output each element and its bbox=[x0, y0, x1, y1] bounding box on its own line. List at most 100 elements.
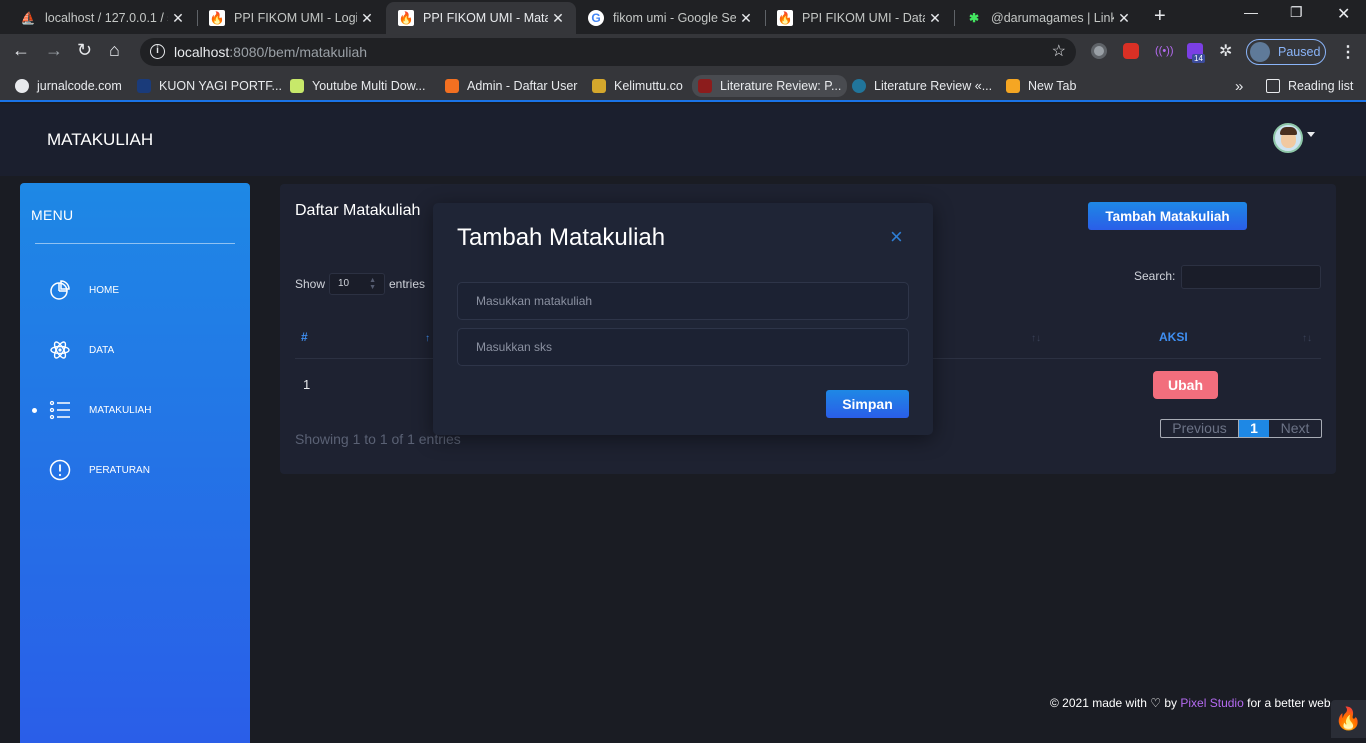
bookmark-label: KUON YAGI PORTF... bbox=[159, 79, 282, 93]
extension-icon[interactable] bbox=[1091, 43, 1107, 59]
bookmark-kuon-yagi[interactable]: KUON YAGI PORTF... bbox=[137, 77, 282, 95]
page-brand: MATAKULIAH bbox=[47, 130, 154, 149]
column-header-number[interactable]: # bbox=[301, 330, 308, 344]
broadcast-extension-icon[interactable]: ((•)) bbox=[1155, 43, 1174, 59]
linktree-icon: ✱ bbox=[968, 11, 980, 25]
new-tab-button[interactable]: + bbox=[1154, 5, 1166, 28]
previous-page-button[interactable]: Previous bbox=[1161, 420, 1239, 437]
puzzle-extensions-icon[interactable]: ✲ bbox=[1219, 41, 1232, 61]
stepper-arrows-icon: ▲ ▼ bbox=[369, 277, 376, 291]
bookmark-new-tab[interactable]: New Tab bbox=[1006, 77, 1076, 95]
page-length-select[interactable]: 10 ▲ ▼ bbox=[329, 273, 385, 295]
card-title: Daftar Matakuliah bbox=[295, 202, 421, 219]
footer-suffix: for a better web. bbox=[1247, 696, 1334, 710]
sidebar-item-data[interactable]: DATA bbox=[20, 330, 250, 370]
active-indicator-dot bbox=[32, 407, 37, 413]
reload-icon[interactable]: ↻ bbox=[77, 40, 92, 61]
sidebar-title: MENU bbox=[31, 207, 74, 223]
reading-list-button[interactable]: Reading list bbox=[1266, 77, 1353, 95]
next-page-button[interactable]: Next bbox=[1269, 420, 1321, 437]
bookmark-label: jurnalcode.com bbox=[37, 79, 122, 93]
close-window-icon[interactable]: ✕ bbox=[1337, 4, 1350, 24]
tab-login[interactable]: 🔥 PPI FIKOM UMI - Login ✕ bbox=[197, 2, 385, 34]
heart-icon: ♡ bbox=[1150, 696, 1162, 710]
page-1-button[interactable]: 1 bbox=[1239, 420, 1269, 437]
tab-data[interactable]: 🔥 PPI FIKOM UMI - Data ✕ bbox=[765, 2, 953, 34]
browser-tab-strip: ⛵ localhost / 127.0.0.1 / s ✕ 🔥 PPI FIKO… bbox=[0, 0, 1366, 34]
tab-linktree[interactable]: ✱ @darumagames | Linkt ✕ bbox=[954, 2, 1142, 34]
close-tab-icon[interactable]: ✕ bbox=[548, 10, 568, 27]
search-label: Search: bbox=[1134, 269, 1176, 283]
app-page: MATAKULIAH MENU HOME DATA MATAKULIAH PER… bbox=[0, 104, 1366, 743]
search-input[interactable] bbox=[1181, 265, 1321, 289]
minimize-icon[interactable]: — bbox=[1244, 4, 1258, 20]
bookmark-literature-review-wp[interactable]: Literature Review «... bbox=[852, 77, 992, 95]
bookmark-literature-review-p[interactable]: Literature Review: P... bbox=[692, 75, 848, 97]
user-avatar[interactable] bbox=[1273, 123, 1303, 153]
address-bar[interactable]: i localhost:8080/bem/matakuliah ☆ bbox=[140, 38, 1076, 66]
sks-input[interactable] bbox=[457, 328, 909, 366]
bookmarks-bar: jurnalcode.com KUON YAGI PORTF... Youtub… bbox=[0, 70, 1366, 102]
codeigniter-icon: 🔥 bbox=[777, 10, 793, 26]
close-tab-icon[interactable]: ✕ bbox=[357, 10, 377, 27]
tab-title: PPI FIKOM UMI - Login bbox=[234, 11, 357, 25]
bookmark-star-icon[interactable]: ☆ bbox=[1052, 41, 1066, 61]
pixel-studio-link[interactable]: Pixel Studio bbox=[1180, 696, 1243, 710]
save-button[interactable]: Simpan bbox=[826, 390, 909, 418]
add-matakuliah-modal: Tambah Matakuliah × Simpan bbox=[433, 203, 933, 435]
sidebar-item-label: HOME bbox=[89, 284, 119, 296]
sort-icon[interactable]: ↑↓ bbox=[1031, 333, 1041, 344]
adblock-extension-icon[interactable] bbox=[1123, 43, 1139, 59]
rsw-icon bbox=[698, 79, 712, 93]
close-tab-icon[interactable]: ✕ bbox=[736, 10, 756, 27]
home-icon[interactable]: ⌂ bbox=[109, 40, 120, 61]
restore-icon[interactable]: ❐ bbox=[1290, 4, 1303, 21]
phpmyadmin-icon bbox=[1006, 79, 1020, 93]
sidebar-item-peraturan[interactable]: PERATURAN bbox=[20, 450, 250, 490]
matakuliah-input[interactable] bbox=[457, 282, 909, 320]
sort-icon[interactable]: ↑↓ bbox=[1302, 333, 1312, 344]
profile-avatar bbox=[1250, 42, 1270, 62]
add-matakuliah-button[interactable]: Tambah Matakuliah bbox=[1088, 202, 1247, 230]
bookmark-label: Literature Review «... bbox=[874, 79, 993, 93]
bookmark-youtube-downloader[interactable]: Youtube Multi Dow... bbox=[290, 77, 426, 95]
close-tab-icon[interactable]: ✕ bbox=[168, 10, 188, 27]
close-tab-icon[interactable]: ✕ bbox=[925, 10, 945, 27]
close-tab-icon[interactable]: ✕ bbox=[1114, 10, 1134, 27]
sidebar-item-home[interactable]: HOME bbox=[20, 270, 250, 310]
pie-chart-icon bbox=[50, 280, 70, 300]
browser-menu-icon[interactable]: ⋮ bbox=[1340, 42, 1356, 62]
codeigniter-icon: 🔥 bbox=[398, 10, 414, 26]
bookmark-label: Youtube Multi Dow... bbox=[312, 79, 426, 93]
atom-icon bbox=[50, 341, 70, 359]
entries-label: entries bbox=[389, 277, 426, 291]
extension-badge: 14 bbox=[1192, 54, 1205, 63]
close-icon[interactable]: × bbox=[890, 226, 903, 248]
bookmark-kelimuttu[interactable]: Kelimuttu.co bbox=[592, 77, 683, 95]
chevron-down-icon[interactable] bbox=[1307, 132, 1315, 137]
more-bookmarks-button[interactable]: » bbox=[1235, 77, 1243, 95]
sort-asc-icon[interactable]: ↑ bbox=[425, 333, 430, 344]
google-icon: G bbox=[588, 10, 604, 26]
back-arrow-icon[interactable]: ← bbox=[12, 40, 30, 61]
forward-arrow-icon[interactable]: → bbox=[45, 40, 63, 61]
tab-title: @darumagames | Linkt bbox=[991, 11, 1114, 25]
list-icon bbox=[49, 400, 70, 420]
column-header-action[interactable]: AKSI bbox=[1159, 330, 1188, 344]
edit-button[interactable]: Ubah bbox=[1153, 371, 1218, 399]
tab-phpmyadmin[interactable]: ⛵ localhost / 127.0.0.1 / s ✕ bbox=[8, 2, 196, 34]
site-info-icon[interactable]: i bbox=[150, 44, 165, 59]
url-host: localhost bbox=[174, 44, 230, 60]
profile-paused-button[interactable]: Paused bbox=[1246, 39, 1326, 65]
sidebar-item-matakuliah[interactable]: MATAKULIAH bbox=[20, 390, 250, 430]
top-navbar: MATAKULIAH bbox=[0, 104, 1366, 176]
footer-by: by bbox=[1164, 696, 1178, 710]
bookmark-jurnalcode[interactable]: jurnalcode.com bbox=[15, 77, 122, 95]
tab-matakuliah-active[interactable]: 🔥 PPI FIKOM UMI - Matak ✕ bbox=[386, 2, 576, 34]
codeigniter-debug-icon[interactable]: 🔥 bbox=[1331, 700, 1366, 738]
tab-title: localhost / 127.0.0.1 / s bbox=[45, 11, 168, 25]
tab-google-search[interactable]: G fikom umi - Google Sea ✕ bbox=[576, 2, 764, 34]
url-path: :8080/bem/matakuliah bbox=[229, 44, 368, 60]
bookmark-admin-daftar-user[interactable]: Admin - Daftar User bbox=[445, 77, 577, 95]
reading-list-label: Reading list bbox=[1288, 79, 1354, 93]
